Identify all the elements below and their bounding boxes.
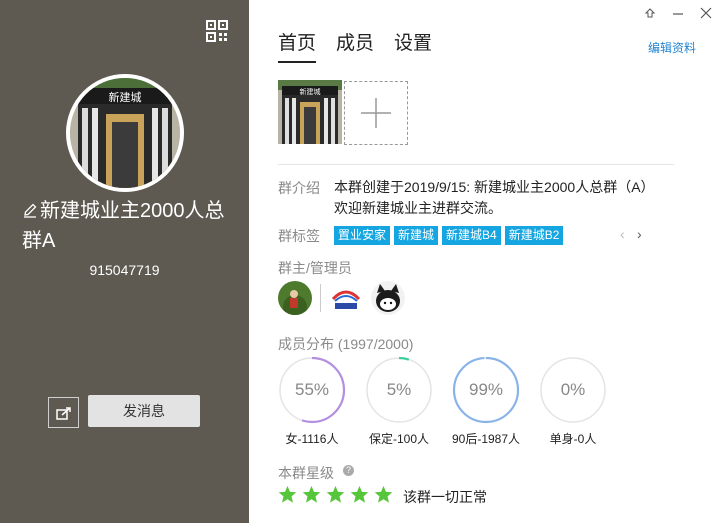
- group-profile-panel: 新建城 新建城业主2000人总群A 915047719 发消息: [0, 0, 249, 523]
- level-label: 本群星级: [278, 465, 334, 481]
- distribution-caption: 保定-100人: [368, 432, 430, 446]
- send-message-button[interactable]: 发消息: [88, 395, 200, 427]
- admin-list: [278, 281, 405, 315]
- chevron-left-icon[interactable]: ‹: [620, 226, 625, 242]
- tab-settings[interactable]: 设置: [394, 28, 432, 63]
- admin-avatar[interactable]: [329, 281, 363, 315]
- pin-icon[interactable]: [643, 6, 657, 20]
- help-icon[interactable]: ?: [343, 465, 354, 476]
- admin-separator: [320, 284, 321, 312]
- tag-list: 置业安家 新建城 新建城B4 新建城B2: [334, 226, 564, 245]
- distribution-ring: 55%: [278, 356, 346, 424]
- star-icon: [350, 485, 369, 503]
- tag-item[interactable]: 置业安家: [334, 226, 391, 245]
- share-button[interactable]: [48, 397, 79, 428]
- plus-icon: [361, 98, 391, 128]
- distribution-ring: 5%: [365, 356, 433, 424]
- svg-text:新建城: 新建城: [300, 87, 321, 96]
- group-name[interactable]: 新建城业主2000人总群A: [22, 196, 244, 256]
- group-avatar[interactable]: 新建城: [66, 74, 184, 192]
- chevron-right-icon[interactable]: ›: [637, 226, 642, 242]
- distribution-percent: 0%: [560, 380, 586, 399]
- svg-text:新建城: 新建城: [109, 90, 142, 104]
- edit-pencil-icon[interactable]: [22, 197, 38, 218]
- window-controls: [643, 6, 713, 20]
- tag-item[interactable]: 新建城B4: [442, 226, 501, 245]
- distribution-caption: 单身-0人: [549, 432, 597, 446]
- tag-item[interactable]: 新建城: [394, 226, 439, 245]
- distribution-caption: 90后-1987人: [451, 432, 521, 446]
- star-rating: [278, 485, 393, 504]
- tab-bar: 首页 成员 设置: [278, 28, 432, 63]
- admin-avatar[interactable]: [371, 281, 405, 315]
- edit-profile-link[interactable]: 编辑资料: [648, 39, 696, 56]
- admins-label: 群主/管理员: [278, 260, 352, 276]
- tag-item[interactable]: 新建城B2: [504, 226, 564, 245]
- star-icon: [302, 485, 321, 503]
- share-icon: [55, 406, 71, 420]
- intro-text: 本群创建于2019/9/15: 新建城业主2000人总群（A）欢迎新建城业主进群…: [334, 179, 655, 216]
- group-id: 915047719: [89, 262, 160, 278]
- distribution-percent: 55%: [294, 380, 330, 399]
- distribution-label: 成员分布 (1997/2000): [278, 336, 414, 352]
- distribution-caption: 女-1116人: [285, 432, 339, 446]
- star-icon: [278, 485, 297, 503]
- star-icon: [374, 485, 393, 503]
- divider: [278, 164, 674, 165]
- qr-code-icon[interactable]: [206, 20, 228, 42]
- close-icon[interactable]: [699, 6, 713, 20]
- add-photo-button[interactable]: [344, 81, 408, 145]
- tab-members[interactable]: 成员: [336, 28, 374, 63]
- level-status: 该群一切正常: [403, 489, 487, 505]
- minimize-icon[interactable]: [671, 6, 685, 20]
- distribution-ring: 99%: [452, 356, 520, 424]
- star-icon: [326, 485, 345, 503]
- tab-home[interactable]: 首页: [278, 28, 317, 63]
- distribution-percent: 99%: [468, 380, 504, 399]
- group-name-text: 新建城业主2000人总群A: [22, 200, 225, 252]
- group-photo[interactable]: 新建城: [278, 80, 342, 144]
- distribution-ring: 0%: [539, 356, 607, 424]
- tags-label: 群标签: [278, 228, 320, 244]
- owner-avatar[interactable]: [278, 281, 312, 315]
- distribution-percent: 5%: [386, 380, 412, 399]
- intro-label: 群介绍: [278, 180, 320, 196]
